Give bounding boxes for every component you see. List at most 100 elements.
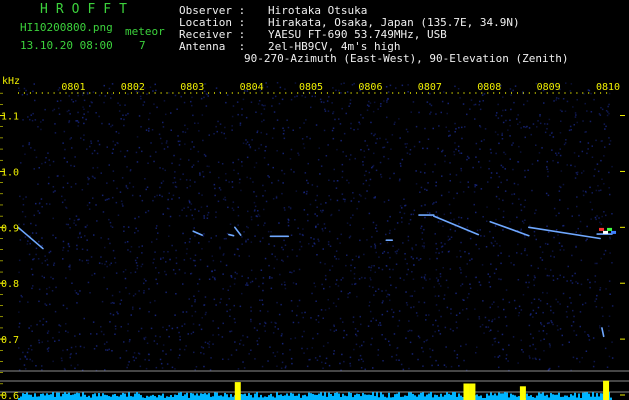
noise-speck <box>257 213 260 216</box>
noise-speck <box>593 175 595 177</box>
noise-speck <box>592 337 595 339</box>
level-bar <box>118 396 120 400</box>
noise-speck <box>165 291 167 294</box>
noise-speck <box>325 278 327 281</box>
time-dot <box>517 92 518 94</box>
noise-speck <box>41 244 43 247</box>
noise-speck <box>314 243 316 245</box>
noise-speck <box>473 203 475 206</box>
noise-speck <box>488 319 490 322</box>
noise-speck <box>246 225 248 228</box>
time-dot <box>505 92 507 94</box>
noise-speck <box>41 365 43 367</box>
noise-speck <box>155 89 157 92</box>
noise-speck <box>405 128 408 131</box>
noise-speck <box>466 263 468 265</box>
noise-speck <box>106 288 108 290</box>
level-bar <box>286 393 288 400</box>
noise-speck <box>276 82 279 84</box>
noise-speck <box>459 267 461 269</box>
level-bar <box>586 392 588 400</box>
noise-speck <box>282 260 284 263</box>
level-bar <box>122 392 124 400</box>
noise-speck <box>552 312 555 314</box>
noise-speck <box>415 312 418 314</box>
level-bar <box>224 392 226 400</box>
noise-speck <box>257 224 259 226</box>
noise-speck <box>303 147 306 149</box>
noise-speck <box>496 172 498 174</box>
noise-speck <box>487 273 489 275</box>
noise-speck <box>52 186 55 188</box>
level-bar <box>160 395 162 400</box>
noise-speck <box>405 302 408 304</box>
noise-speck <box>79 333 81 335</box>
noise-speck <box>606 366 609 368</box>
noise-speck <box>421 238 423 240</box>
noise-speck <box>255 277 257 280</box>
noise-speck <box>576 205 578 208</box>
noise-speck <box>229 315 231 317</box>
noise-speck <box>519 121 521 123</box>
noise-speck <box>441 100 444 103</box>
noise-speck <box>298 268 301 271</box>
noise-speck <box>200 352 202 354</box>
noise-speck <box>520 203 522 206</box>
noise-speck <box>355 333 357 336</box>
noise-speck <box>32 112 34 115</box>
noise-speck <box>284 366 287 369</box>
noise-speck <box>35 232 38 234</box>
noise-speck <box>604 249 607 252</box>
noise-speck <box>396 222 399 224</box>
noise-speck <box>389 276 391 278</box>
noise-speck <box>93 272 96 275</box>
noise-speck <box>85 118 87 121</box>
noise-speck <box>504 316 507 318</box>
time-dot <box>457 92 459 94</box>
noise-speck <box>276 351 279 353</box>
noise-speck <box>264 190 266 192</box>
noise-speck <box>574 112 577 114</box>
noise-speck <box>213 277 216 279</box>
noise-speck <box>495 195 498 198</box>
noise-speck <box>259 240 262 243</box>
noise-speck <box>65 323 67 325</box>
level-bar <box>152 394 154 400</box>
noise-speck <box>479 325 482 328</box>
noise-speck <box>301 335 304 338</box>
noise-speck <box>87 176 89 179</box>
level-bar <box>288 395 290 400</box>
noise-speck <box>212 320 214 322</box>
noise-speck <box>381 302 384 304</box>
noise-speck <box>290 168 292 171</box>
noise-speck <box>141 245 143 247</box>
noise-speck <box>399 178 401 180</box>
noise-speck <box>205 311 207 314</box>
noise-speck <box>83 113 85 115</box>
noise-speck <box>460 169 463 172</box>
noise-speck <box>199 259 202 261</box>
level-bar <box>256 392 258 400</box>
level-bar <box>264 396 266 400</box>
noise-speck <box>240 189 242 192</box>
noise-speck <box>24 215 27 218</box>
noise-speck <box>366 144 369 147</box>
noise-speck <box>54 123 56 125</box>
noise-speck <box>440 315 442 318</box>
noise-speck <box>509 158 511 160</box>
noise-speck <box>512 168 514 171</box>
noise-speck <box>328 96 330 98</box>
noise-speck <box>607 105 609 108</box>
noise-speck <box>226 232 229 235</box>
noise-speck <box>203 365 205 368</box>
noise-speck <box>529 314 532 316</box>
noise-speck <box>364 140 366 142</box>
noise-speck <box>371 165 374 168</box>
noise-speck <box>542 291 544 294</box>
noise-speck <box>539 114 541 116</box>
x-tick-label: 0801 <box>61 82 85 93</box>
level-bar <box>582 392 584 400</box>
noise-speck <box>53 264 55 266</box>
noise-speck <box>86 148 88 150</box>
noise-speck <box>177 135 179 137</box>
